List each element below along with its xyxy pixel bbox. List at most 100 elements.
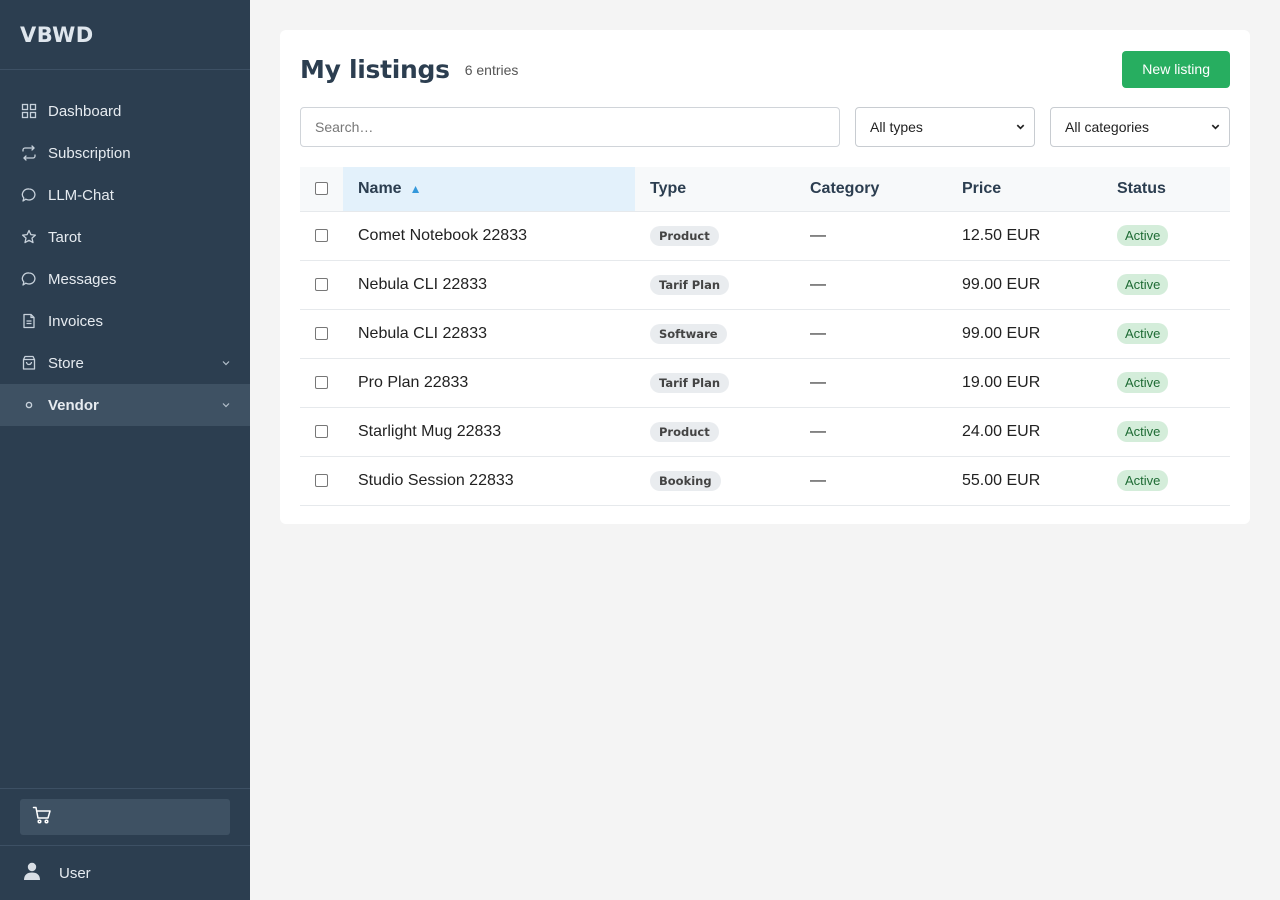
sidebar-item-label: LLM-Chat [48,186,114,204]
listing-name[interactable]: Starlight Mug 22833 [343,407,635,457]
brand-logo[interactable]: VBWD [0,0,250,70]
row-checkbox[interactable] [315,228,328,242]
listing-name[interactable]: Pro Plan 22833 [343,358,635,408]
status-badge: Active [1117,470,1169,491]
sidebar-item-label: Messages [48,270,117,288]
column-header-status[interactable]: Status [1102,167,1230,212]
listing-type-cell: Tarif Plan [635,260,795,310]
listing-type-cell: Tarif Plan [635,358,795,408]
type-badge: Tarif Plan [650,372,730,393]
listings-card: My listings 6 entries New listing All ty… [280,30,1250,524]
sidebar-item-messages[interactable]: Messages [0,258,250,300]
sidebar-item-invoices[interactable]: Invoices [0,300,250,342]
listing-category: — [795,407,947,457]
select-all-cell [300,167,343,212]
table-row[interactable]: Comet Notebook 22833 Product — 12.50 EUR… [300,211,1230,261]
status-badge: Active [1117,421,1169,442]
column-header-type[interactable]: Type [635,167,795,212]
table-row[interactable]: Pro Plan 22833 Tarif Plan — 19.00 EUR Ac… [300,358,1230,408]
column-header-price[interactable]: Price [947,167,1102,212]
type-badge: Product [650,225,719,246]
document-icon [20,313,37,330]
row-checkbox[interactable] [315,277,328,291]
repeat-icon [20,145,37,162]
listing-type-cell: Product [635,211,795,261]
sidebar-item-llm-chat[interactable]: LLM-Chat [0,174,250,216]
row-select-cell [300,211,343,261]
table-row[interactable]: Studio Session 22833 Booking — 55.00 EUR… [300,456,1230,506]
listing-price: 99.00 EUR [947,309,1102,359]
sidebar-item-vendor[interactable]: Vendor [0,384,250,426]
type-badge: Booking [650,470,721,491]
table-row[interactable]: Nebula CLI 22833 Software — 99.00 EUR Ac… [300,309,1230,359]
row-checkbox[interactable] [315,473,328,487]
chevron-down-icon[interactable] [220,399,232,411]
listing-status-cell: Active [1102,211,1230,261]
listing-price: 12.50 EUR [947,211,1102,261]
status-badge: Active [1117,274,1169,295]
row-select-cell [300,358,343,408]
sidebar-item-tarot[interactable]: Tarot [0,216,250,258]
category-filter-select[interactable]: All categories [1050,107,1230,147]
listing-type-cell: Software [635,309,795,359]
new-listing-button[interactable]: New listing [1122,50,1230,88]
type-badge: Tarif Plan [650,274,730,295]
listing-category: — [795,358,947,408]
column-header-name[interactable]: Name ▲ [343,167,635,212]
column-header-category[interactable]: Category [795,167,947,212]
sidebar: VBWD Dashboard Subscription LLM-Chat Tar… [0,0,250,900]
listing-status-cell: Active [1102,358,1230,408]
shopping-bag-icon [20,355,37,372]
row-checkbox[interactable] [315,424,328,438]
chat-bubble-icon [20,187,37,204]
type-badge: Software [650,323,727,344]
person-icon [22,861,59,885]
grid-icon [20,103,37,120]
page-title: My listings [300,54,450,84]
table-row[interactable]: Starlight Mug 22833 Product — 24.00 EUR … [300,407,1230,457]
table-row[interactable]: Nebula CLI 22833 Tarif Plan — 99.00 EUR … [300,260,1230,310]
sidebar-nav: Dashboard Subscription LLM-Chat Tarot Me… [0,70,250,426]
listing-category: — [795,260,947,310]
listing-price: 99.00 EUR [947,260,1102,310]
search-input[interactable] [300,107,840,147]
sidebar-item-label: Dashboard [48,102,122,120]
status-badge: Active [1117,225,1169,246]
select-all-checkbox[interactable] [315,182,328,196]
listing-name[interactable]: Comet Notebook 22833 [343,211,635,261]
listing-category: — [795,456,947,506]
sidebar-item-label: Store [48,354,84,372]
listing-type-cell: Product [635,407,795,457]
row-select-cell [300,456,343,506]
category-filter-value: All categories [1065,119,1150,135]
type-filter-select[interactable]: All types [855,107,1035,147]
listing-name[interactable]: Nebula CLI 22833 [343,309,635,359]
sidebar-item-dashboard[interactable]: Dashboard [0,90,250,132]
row-checkbox[interactable] [315,375,328,389]
listing-price: 19.00 EUR [947,358,1102,408]
row-checkbox[interactable] [315,326,328,340]
cart-icon [32,805,52,830]
sidebar-item-store[interactable]: Store [0,342,250,384]
sidebar-footer: User [0,788,250,900]
sidebar-item-label: Tarot [48,228,82,246]
row-select-cell [300,309,343,359]
cart-button[interactable] [20,799,230,835]
listing-name[interactable]: Nebula CLI 22833 [343,260,635,310]
chevron-down-icon[interactable] [220,357,232,369]
star-icon [20,229,37,246]
sidebar-item-subscription[interactable]: Subscription [0,132,250,174]
chevron-down-icon [1015,119,1026,135]
sidebar-item-label: Subscription [48,144,131,162]
chat-bubble-icon [20,271,37,288]
filter-bar: All types All categories [300,107,1230,147]
circle-dot-icon [20,397,37,414]
status-badge: Active [1117,372,1169,393]
table-header-row: Name ▲ Type Category Price Status [300,167,1230,212]
cart-section [0,788,250,845]
listings-table: Name ▲ Type Category Price Status Comet N… [300,167,1230,506]
type-badge: Product [650,421,719,442]
listing-status-cell: Active [1102,456,1230,506]
listing-name[interactable]: Studio Session 22833 [343,456,635,506]
user-menu[interactable]: User [0,845,250,900]
